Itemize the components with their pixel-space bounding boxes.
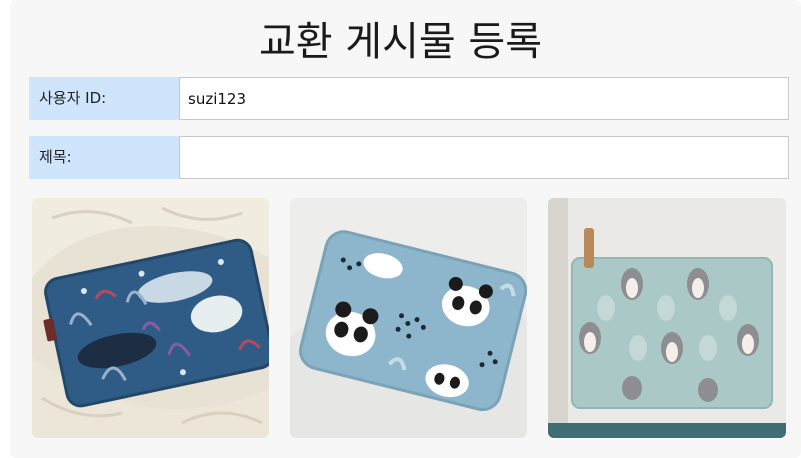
user-id-field[interactable] <box>179 77 789 120</box>
panda-pouch-illustration <box>290 198 527 438</box>
user-id-row: 사용자 ID: <box>29 77 789 120</box>
whale-pouch-image[interactable] <box>32 198 269 438</box>
whale-pouch-illustration <box>32 198 269 438</box>
page-title: 교환 게시물 등록 <box>258 19 543 65</box>
panda-pouch-image[interactable] <box>290 198 527 438</box>
title-label: 제목: <box>29 136 179 179</box>
user-id-label: 사용자 ID: <box>29 77 179 120</box>
penguin-pouch-image[interactable] <box>548 198 786 438</box>
penguin-pouch-illustration <box>548 198 786 438</box>
title-field[interactable] <box>179 136 789 179</box>
title-row: 제목: <box>29 136 789 179</box>
